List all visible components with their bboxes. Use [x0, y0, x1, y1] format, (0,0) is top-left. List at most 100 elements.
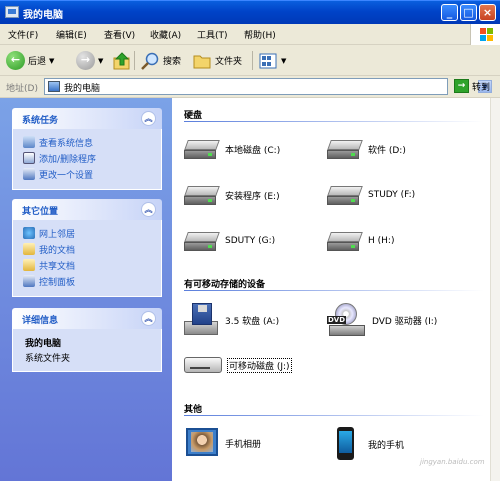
hard-disks-group-title: 硬盘 [184, 111, 203, 121]
control-panel-settings-icon [23, 168, 35, 180]
other-places-header[interactable]: 其它位置 ︽ [12, 199, 162, 220]
title-bar[interactable]: 我的电脑 _ □ × [0, 0, 500, 24]
windows-logo-icon [470, 24, 500, 45]
system-info-icon [23, 136, 35, 148]
menu-favorites[interactable]: 收藏(A) [150, 28, 181, 41]
forward-dropdown-icon[interactable]: ▼ [98, 57, 103, 65]
system-tasks-box: 系统任务 ︽ 查看系统信息 添加/删除程序 更改一个设置 [12, 108, 162, 190]
group-divider [184, 415, 484, 416]
link-label: 添加/删除程序 [39, 154, 97, 165]
go-label: 转到 [472, 82, 491, 93]
system-tasks-title: 系统任务 [22, 116, 59, 126]
back-dropdown-icon[interactable]: ▼ [49, 57, 54, 65]
vertical-scrollbar[interactable] [490, 98, 500, 481]
views-button[interactable]: ▼ [258, 49, 286, 72]
hard-drive-icon [327, 182, 363, 208]
hard-drive-icon [184, 228, 220, 254]
drive-c[interactable]: 本地磁盘 (C:) [184, 136, 280, 162]
removable-group-title: 有可移动存储的设备 [184, 280, 266, 290]
drive-label: 3.5 软盘 (A:) [225, 316, 280, 327]
menu-view[interactable]: 查看(V) [104, 28, 135, 41]
menu-help[interactable]: 帮助(H) [244, 28, 276, 41]
address-label: 地址(D) [6, 84, 38, 94]
details-type: 系统文件夹 [25, 354, 71, 364]
views-dropdown-icon[interactable]: ▼ [281, 57, 286, 65]
shared-documents-link[interactable]: 共享文档 [23, 257, 161, 273]
documents-folder-icon [23, 243, 35, 255]
folder-icon [193, 55, 211, 68]
search-label: 搜索 [163, 57, 182, 67]
other-group-title: 其他 [184, 405, 203, 415]
details-header[interactable]: 详细信息 ︽ [12, 308, 162, 329]
toolbar: ← 后退 ▼ → ▼ 搜索 文件夹 ▼ [0, 45, 500, 76]
view-system-info-link[interactable]: 查看系统信息 [23, 134, 161, 150]
removable-disk-j[interactable]: 可移动磁盘 (J:) [184, 354, 292, 376]
go-arrow-icon: → [454, 79, 469, 93]
other-places-title: 其它位置 [22, 207, 59, 217]
drive-g[interactable]: SDUTY (G:) [184, 228, 275, 254]
minimize-button[interactable]: _ [441, 4, 458, 21]
details-title: 详细信息 [22, 316, 59, 326]
photo-album-icon [184, 428, 220, 458]
add-remove-programs-icon [23, 152, 35, 164]
other-places-box: 其它位置 ︽ 网上邻居 我的文档 共享文档 控制面板 [12, 199, 162, 297]
search-icon [141, 52, 159, 70]
network-icon [23, 227, 35, 239]
back-button[interactable]: ← 后退 ▼ [6, 49, 54, 72]
menu-edit[interactable]: 编辑(E) [56, 28, 87, 41]
my-phone[interactable]: 我的手机 [327, 427, 404, 461]
change-setting-link[interactable]: 更改一个设置 [23, 166, 161, 182]
control-panel-icon [23, 275, 35, 287]
address-value: 我的电脑 [64, 84, 101, 94]
link-label: 我的文档 [39, 245, 76, 256]
my-documents-link[interactable]: 我的文档 [23, 241, 161, 257]
hard-drive-icon [184, 182, 220, 208]
menu-file[interactable]: 文件(F) [8, 28, 38, 41]
maximize-button[interactable]: □ [460, 4, 477, 21]
drive-d[interactable]: 软件 (D:) [327, 136, 406, 162]
drive-f[interactable]: STUDY (F:) [327, 182, 415, 208]
hard-drive-icon [327, 136, 363, 162]
close-button[interactable]: × [479, 4, 496, 21]
collapse-icon[interactable]: ︽ [141, 111, 156, 126]
link-label: 更改一个设置 [39, 170, 94, 181]
content-area: 硬盘 本地磁盘 (C:) 软件 (D:) 安装程序 (E:) STUDY (F:… [172, 98, 490, 481]
drive-label: DVD 驱动器 (I:) [372, 316, 438, 327]
back-label: 后退 [28, 57, 47, 67]
removable-disk-icon [184, 354, 222, 376]
group-divider [184, 290, 484, 291]
network-places-link[interactable]: 网上邻居 [23, 225, 161, 241]
details-box: 详细信息 ︽ 我的电脑 系统文件夹 [12, 308, 162, 372]
up-button[interactable] [112, 49, 132, 72]
system-tasks-header[interactable]: 系统任务 ︽ [12, 108, 162, 129]
add-remove-programs-link[interactable]: 添加/删除程序 [23, 150, 161, 166]
go-button[interactable]: → 转到 [454, 79, 490, 93]
drive-label: 软件 (D:) [368, 145, 406, 156]
collapse-icon[interactable]: ︽ [141, 202, 156, 217]
drive-label: 本地磁盘 (C:) [225, 145, 281, 156]
drive-e[interactable]: 安装程序 (E:) [184, 182, 280, 208]
control-panel-link[interactable]: 控制面板 [23, 273, 161, 289]
task-pane: 系统任务 ︽ 查看系统信息 添加/删除程序 更改一个设置 其它位置 ︽ 网上邻居… [0, 98, 172, 481]
drive-h[interactable]: H (H:) [327, 228, 394, 254]
collapse-icon[interactable]: ︽ [141, 311, 156, 326]
address-input[interactable]: 我的电脑 ▼ [44, 78, 492, 95]
search-button[interactable]: 搜索 [140, 49, 181, 72]
folders-label: 文件夹 [215, 57, 243, 67]
folders-button[interactable]: 文件夹 [192, 49, 242, 72]
drive-label: 安装程序 (E:) [225, 191, 280, 202]
phone-album[interactable]: 手机相册 [184, 428, 261, 458]
drive-label: STUDY (F:) [368, 190, 416, 200]
floppy-drive-icon [184, 303, 220, 337]
details-name: 我的电脑 [25, 339, 62, 349]
watermark: jingyan.baidu.com [420, 458, 485, 466]
drive-label: 可移动磁盘 (J:) [227, 357, 292, 373]
floppy-drive-a[interactable]: 3.5 软盘 (A:) [184, 303, 279, 337]
hard-drive-icon [184, 136, 220, 162]
menu-tools[interactable]: 工具(T) [197, 28, 228, 41]
link-label: 网上邻居 [39, 229, 76, 240]
dvd-drive-i[interactable]: DVD DVD 驱动器 (I:) [327, 303, 437, 337]
forward-button[interactable]: → ▼ [76, 49, 103, 72]
dvd-drive-icon: DVD [327, 303, 367, 337]
drive-label: H (H:) [368, 236, 395, 246]
